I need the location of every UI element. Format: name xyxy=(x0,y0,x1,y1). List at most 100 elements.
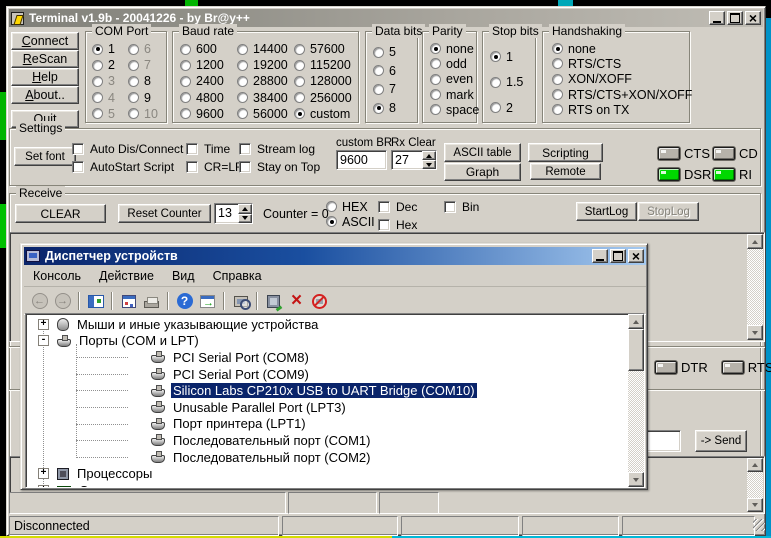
parity-radio[interactable]: space xyxy=(430,102,479,117)
com-port-radio[interactable]: 10 xyxy=(128,106,158,122)
reset-counter-button[interactable]: Reset Counter xyxy=(118,204,211,223)
receive-scrollbar[interactable] xyxy=(747,234,763,340)
disable-device-icon[interactable] xyxy=(309,291,330,311)
baud-radio[interactable]: 115200 xyxy=(294,57,352,73)
scroll-up-button[interactable] xyxy=(628,314,644,329)
maximize-button[interactable] xyxy=(727,11,743,25)
rx-count-spinner[interactable]: 13 xyxy=(214,203,253,224)
spin-down-button[interactable] xyxy=(422,160,436,169)
scroll-down-button[interactable] xyxy=(628,472,644,487)
send-button[interactable]: -> Send xyxy=(695,430,747,452)
tree-item[interactable]: Unusable Parallel Port (LPT3) xyxy=(28,399,626,416)
nav-button[interactable]: Help xyxy=(11,68,79,86)
baud-radio[interactable]: 28800 xyxy=(237,73,288,89)
tree-item[interactable]: PCI Serial Port (COM8) xyxy=(28,349,626,366)
settings-checkbox[interactable]: Stay on Top xyxy=(239,160,320,174)
com-port-radio[interactable]: 7 xyxy=(128,57,158,73)
set-font-button[interactable]: Set font xyxy=(14,147,76,166)
tree-item[interactable]: - Порты (COM и LPT) xyxy=(28,333,626,350)
tree-item[interactable]: Silicon Labs CP210x USB to UART Bridge (… xyxy=(28,382,626,399)
baud-radio[interactable]: 19200 xyxy=(237,57,288,73)
tree-item[interactable]: + Процессоры xyxy=(28,465,626,482)
startlog-button[interactable]: StartLog xyxy=(576,202,637,221)
baud-radio[interactable]: 600 xyxy=(180,41,224,57)
handshaking-radio[interactable]: XON/XOFF xyxy=(552,72,692,87)
expand-toggle-icon[interactable]: + xyxy=(38,319,49,330)
handshaking-radio[interactable]: RTS/CTS+XON/XOFF xyxy=(552,87,692,102)
baud-radio[interactable]: 2400 xyxy=(180,73,224,89)
tree-item[interactable]: PCI Serial Port (COM9) xyxy=(28,366,626,383)
receive-mode-radio[interactable]: HEX xyxy=(326,199,375,214)
baud-radio[interactable]: 38400 xyxy=(237,90,288,106)
expand-toggle-icon[interactable]: - xyxy=(38,335,49,346)
close-button[interactable] xyxy=(745,11,761,25)
menu-item[interactable]: Справка xyxy=(204,267,271,285)
update-driver-icon[interactable] xyxy=(263,291,284,311)
com-port-radio[interactable]: 6 xyxy=(128,41,158,57)
spin-up-button[interactable] xyxy=(238,204,252,214)
menu-item[interactable]: Вид xyxy=(163,267,204,285)
baud-radio[interactable]: 128000 xyxy=(294,73,352,89)
scan-hardware-icon[interactable] xyxy=(230,291,251,311)
tree-item[interactable]: + Сетевые платы xyxy=(28,482,626,487)
graph-button[interactable]: Graph xyxy=(444,163,521,181)
close-button[interactable] xyxy=(628,249,644,263)
settings-checkbox[interactable]: Auto Dis/Connect xyxy=(72,142,183,156)
data-bits-radio[interactable]: 5 xyxy=(373,43,396,62)
menu-item[interactable]: Консоль xyxy=(24,267,90,285)
nav-button[interactable]: ReScan xyxy=(11,50,79,68)
com-port-radio[interactable]: 1 xyxy=(92,41,115,57)
nav-button[interactable]: About.. xyxy=(11,86,79,104)
com-port-radio[interactable]: 5 xyxy=(92,106,115,122)
settings-checkbox[interactable]: CR=LF xyxy=(186,160,242,174)
settings-checkbox[interactable]: Time xyxy=(186,142,242,156)
properties-icon[interactable] xyxy=(118,291,139,311)
spin-down-button[interactable] xyxy=(238,214,252,224)
tree-item[interactable]: Порт принтера (LPT1) xyxy=(28,416,626,433)
baud-radio[interactable]: 9600 xyxy=(180,106,224,122)
minimize-button[interactable] xyxy=(592,249,608,263)
baud-radio[interactable]: 256000 xyxy=(294,90,352,106)
parity-radio[interactable]: mark xyxy=(430,87,479,102)
back-icon[interactable] xyxy=(29,291,50,311)
parity-radio[interactable]: none xyxy=(430,41,479,56)
baud-radio[interactable]: 1200 xyxy=(180,57,224,73)
baud-radio[interactable]: 57600 xyxy=(294,41,352,57)
receive-checkbox[interactable]: Hex xyxy=(378,218,417,232)
tree-item[interactable]: Последовательный порт (COM1) xyxy=(28,432,626,449)
expand-toggle-icon[interactable]: + xyxy=(38,485,49,487)
com-port-radio[interactable]: 4 xyxy=(92,90,115,106)
baud-radio[interactable]: custom xyxy=(294,106,352,122)
tree-item[interactable]: Последовательный порт (COM2) xyxy=(28,449,626,466)
receive-mode-radio[interactable]: ASCII xyxy=(326,214,375,229)
export-list-icon[interactable] xyxy=(197,291,218,311)
transmit-scrollbar[interactable] xyxy=(747,458,763,512)
data-bits-radio[interactable]: 8 xyxy=(373,99,396,118)
stop-bits-radio[interactable]: 2 xyxy=(490,95,523,121)
help-icon[interactable] xyxy=(174,291,195,311)
rx-clear-spinner[interactable]: 27 xyxy=(391,150,437,170)
baud-radio[interactable]: 4800 xyxy=(180,90,224,106)
scripting-button[interactable]: Scripting xyxy=(528,143,603,162)
parity-radio[interactable]: odd xyxy=(430,56,479,71)
com-port-radio[interactable]: 3 xyxy=(92,73,115,89)
nav-button[interactable]: Connect xyxy=(11,32,79,50)
settings-checkbox[interactable]: Stream log xyxy=(239,142,320,156)
settings-checkbox[interactable]: AutoStart Script xyxy=(72,160,183,174)
data-bits-radio[interactable]: 6 xyxy=(373,62,396,81)
parity-radio[interactable]: even xyxy=(430,72,479,87)
spin-up-button[interactable] xyxy=(422,151,436,160)
device-manager-titlebar[interactable]: Диспетчер устройств xyxy=(24,247,646,265)
expand-toggle-icon[interactable]: + xyxy=(38,468,49,479)
stop-bits-radio[interactable]: 1.5 xyxy=(490,70,523,96)
scroll-thumb[interactable] xyxy=(628,329,644,371)
baud-radio[interactable]: 14400 xyxy=(237,41,288,57)
show-hide-tree-icon[interactable] xyxy=(85,291,106,311)
handshaking-radio[interactable]: none xyxy=(552,41,692,56)
clear-button[interactable]: CLEAR xyxy=(15,204,106,223)
com-port-radio[interactable]: 2 xyxy=(92,57,115,73)
uninstall-icon[interactable] xyxy=(286,291,307,311)
data-bits-radio[interactable]: 7 xyxy=(373,80,396,99)
tree-item[interactable]: + Мыши и иные указывающие устройства xyxy=(28,316,626,333)
forward-icon[interactable] xyxy=(52,291,73,311)
